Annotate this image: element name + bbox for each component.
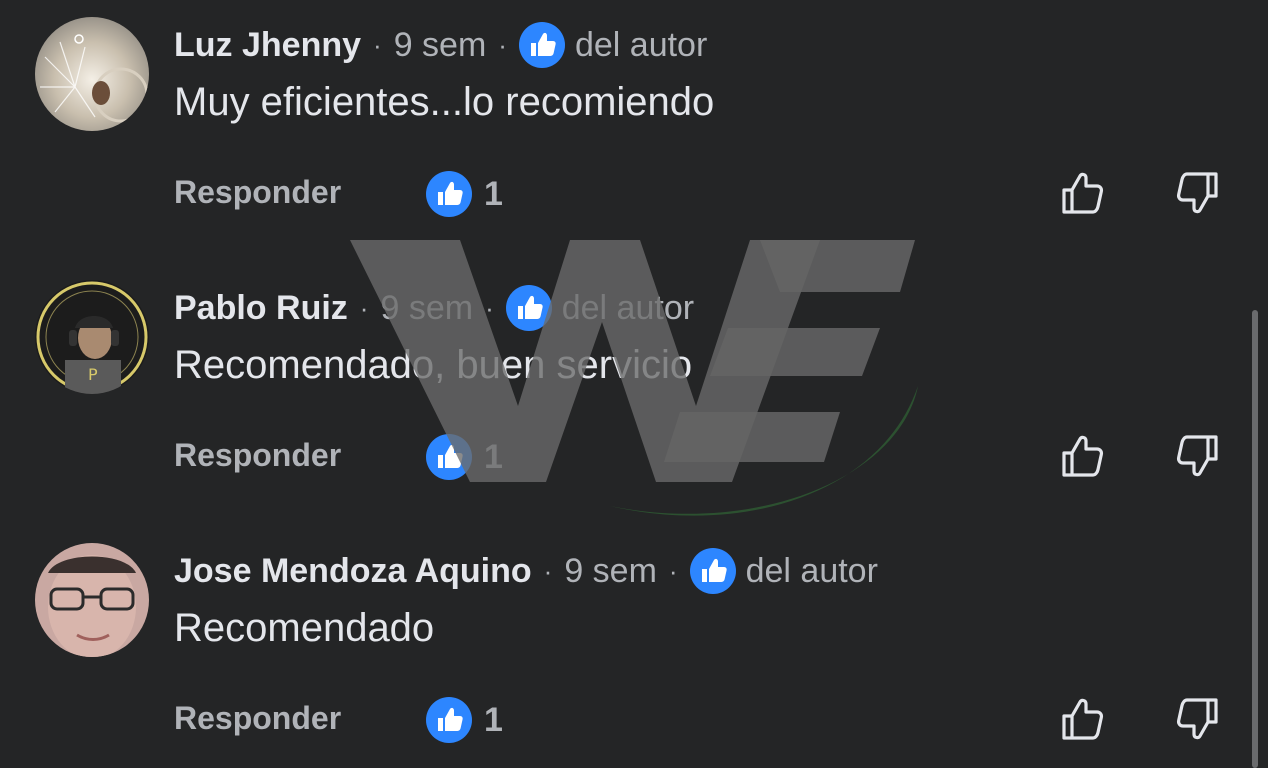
upvote-button[interactable] bbox=[1058, 431, 1108, 481]
comment: Jose Mendoza Aquino · 9 sem · del autor … bbox=[0, 526, 1250, 768]
reaction-count: 1 bbox=[484, 700, 503, 739]
thumbs-up-icon bbox=[426, 434, 472, 480]
reaction-summary[interactable]: 1 bbox=[426, 697, 503, 743]
comment-actions: Responder 1 bbox=[174, 676, 1250, 766]
timestamp[interactable]: 9 sem bbox=[380, 289, 473, 328]
comment-header: Luz Jhenny · 9 sem · del autor bbox=[174, 22, 707, 68]
timestamp[interactable]: 9 sem bbox=[394, 26, 487, 65]
thumb-up-outline-icon bbox=[1062, 435, 1104, 477]
downvote-button[interactable] bbox=[1172, 694, 1222, 744]
thumb-up-outline-icon bbox=[1062, 172, 1104, 214]
comment-header: Pablo Ruiz · 9 sem · del autor bbox=[174, 285, 694, 331]
separator-dot: · bbox=[668, 555, 678, 586]
author-like-label: del autor bbox=[574, 25, 708, 64]
separator-dot: · bbox=[485, 292, 494, 323]
reply-button[interactable]: Responder bbox=[174, 174, 341, 211]
thumb-down-outline-icon bbox=[1176, 435, 1218, 477]
scrollbar[interactable] bbox=[1252, 310, 1258, 768]
thumb-up-outline-icon bbox=[1062, 698, 1104, 740]
reply-button[interactable]: Responder bbox=[174, 437, 341, 474]
thumbs-up-icon bbox=[426, 697, 472, 743]
author-like-label: del autor bbox=[561, 288, 695, 327]
comment: P Pablo Ruiz · 9 sem · del autor Recomen… bbox=[0, 263, 1250, 525]
reaction-summary[interactable]: 1 bbox=[426, 171, 503, 217]
avatar[interactable] bbox=[35, 17, 149, 131]
separator-dot: · bbox=[498, 29, 507, 60]
avatar[interactable] bbox=[35, 543, 149, 657]
comment-text: Recomendado, buen servicio bbox=[174, 343, 693, 387]
upvote-button[interactable] bbox=[1058, 694, 1108, 744]
avatar[interactable]: P bbox=[35, 280, 149, 394]
separator-dot: · bbox=[359, 292, 369, 323]
thumbs-up-icon bbox=[689, 548, 736, 594]
reaction-count: 1 bbox=[484, 174, 503, 213]
separator-dot: · bbox=[373, 29, 382, 60]
reaction-count: 1 bbox=[484, 437, 503, 476]
author-name[interactable]: Luz Jhenny bbox=[174, 26, 361, 65]
reply-button[interactable]: Responder bbox=[174, 700, 341, 737]
comment-header: Jose Mendoza Aquino · 9 sem · del autor bbox=[174, 548, 878, 594]
reaction-summary[interactable]: 1 bbox=[426, 434, 503, 480]
author-name[interactable]: Pablo Ruiz bbox=[174, 289, 348, 328]
comment: Luz Jhenny · 9 sem · del autor Muy efici… bbox=[0, 0, 1250, 262]
thumbs-up-icon bbox=[518, 22, 565, 68]
author-name[interactable]: Jose Mendoza Aquino bbox=[174, 552, 532, 591]
author-like-label: del autor bbox=[745, 551, 878, 590]
thumbs-up-icon bbox=[505, 285, 552, 331]
thumb-down-outline-icon bbox=[1176, 698, 1218, 740]
timestamp[interactable]: 9 sem bbox=[564, 552, 657, 591]
thumbs-up-icon bbox=[426, 171, 472, 217]
comment-text: Recomendado bbox=[174, 606, 435, 650]
scrollbar-thumb[interactable] bbox=[1252, 310, 1258, 768]
comment-actions: Responder 1 bbox=[174, 150, 1250, 240]
comment-actions: Responder 1 bbox=[174, 413, 1250, 503]
thumb-down-outline-icon bbox=[1176, 172, 1218, 214]
comment-text: Muy eficientes...lo recomiendo bbox=[174, 80, 715, 124]
downvote-button[interactable] bbox=[1172, 431, 1222, 481]
upvote-button[interactable] bbox=[1058, 168, 1108, 218]
separator-dot: · bbox=[543, 555, 553, 586]
svg-text:P: P bbox=[88, 365, 98, 384]
downvote-button[interactable] bbox=[1172, 168, 1222, 218]
